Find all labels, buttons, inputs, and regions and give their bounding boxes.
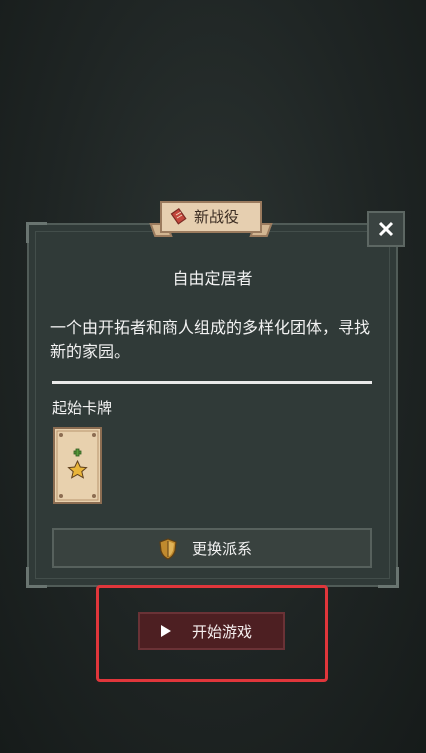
faction-title: 自由定居者 — [172, 269, 253, 288]
start-game-label: 开始游戏 — [192, 623, 253, 641]
change-faction-button[interactable]: 更换派系 — [52, 528, 372, 568]
faction-description: 一个由开拓者和商人组成的多样化团体，寻找新的家园。 — [50, 318, 371, 361]
starting-card[interactable] — [53, 427, 102, 504]
dialog-header-ribbon: 新战役 — [149, 199, 273, 239]
corner-ornament — [26, 222, 47, 243]
scroll-icon — [170, 207, 187, 225]
plus-icon — [73, 448, 82, 457]
close-button[interactable] — [367, 211, 405, 247]
card-face-icon — [56, 430, 99, 501]
play-icon — [161, 625, 171, 637]
close-icon — [378, 221, 394, 237]
starting-cards-label: 起始卡牌 — [52, 399, 113, 417]
corner-ornament — [26, 567, 47, 588]
divider — [52, 381, 372, 384]
star-icon — [67, 459, 88, 479]
shield-icon — [159, 538, 177, 560]
change-faction-label: 更换派系 — [192, 540, 253, 558]
corner-ornament — [378, 567, 399, 588]
dialog-header-label: 新战役 — [194, 208, 240, 226]
start-game-button[interactable]: 开始游戏 — [138, 612, 285, 650]
